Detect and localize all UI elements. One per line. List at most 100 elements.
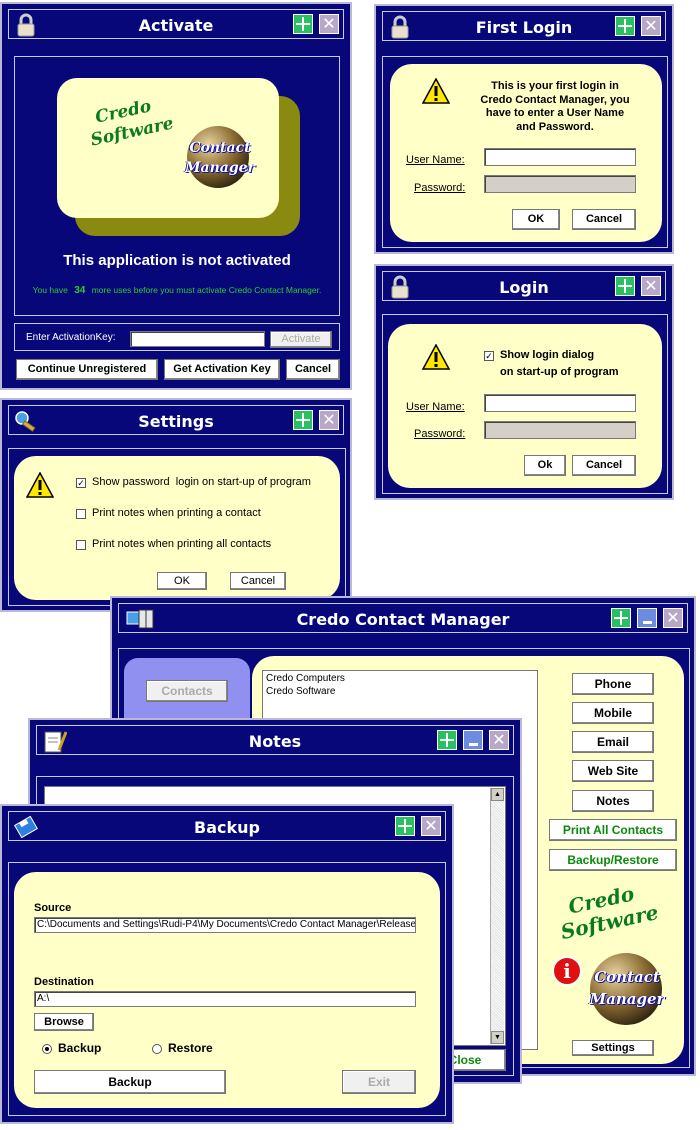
settings-title-bar[interactable]: Settings ✕ [8,405,344,435]
close-button[interactable]: ✕ [319,410,339,430]
activation-key-input[interactable] [130,331,265,347]
activation-key-label: Enter ActivationKey: [26,332,116,343]
contact-item[interactable]: Credo Software [266,686,335,697]
password-input[interactable] [484,175,636,193]
show-password-checkbox[interactable]: ✓ [76,478,86,488]
password-input[interactable] [484,421,636,439]
print-notes-contact-checkbox[interactable] [76,509,86,519]
notes-button[interactable]: Notes [572,790,654,812]
globe-line2: Manager [589,990,665,1008]
settings-window: Settings ✕ ✓ Show password login on star… [0,398,352,612]
first-login-title-bar[interactable]: First Login ✕ [382,11,666,41]
mobile-button[interactable]: Mobile [572,702,654,724]
print-notes-all-checkbox[interactable] [76,540,86,550]
globe-icon [187,126,249,188]
user-name-label: User Name: [406,154,465,166]
restore-mode-label: Restore [168,1041,213,1055]
backup-action-button[interactable]: Backup [34,1070,226,1094]
backup-title: Backup [194,818,260,837]
show-login-checkbox[interactable]: ✓ [484,351,494,361]
login-window: Login ✕ ✓ Show login dialog on start-up … [374,264,674,500]
maximize-button[interactable] [293,410,313,430]
first-login-ok-button[interactable]: OK [512,209,560,230]
activate-window: Activate ✕ Credo Software Contact Manage… [0,2,352,390]
maximize-button[interactable] [615,276,635,296]
backup-restore-button[interactable]: Backup/Restore [549,849,677,871]
manager-settings-button[interactable]: Settings [572,1040,654,1056]
info-icon: i [552,956,582,986]
warning-icon [26,472,54,498]
contacts-tab[interactable]: Contacts [146,680,228,702]
restore-mode-radio[interactable] [152,1044,162,1054]
phone-button[interactable]: Phone [572,673,654,695]
globe-line2: Manager [185,160,255,176]
settings-option-label: Show password login on start-up of progr… [92,476,311,488]
warning-icon [422,78,450,104]
maximize-button[interactable] [611,608,631,628]
settings-ok-button[interactable]: OK [157,572,207,590]
user-name-label: User Name: [406,401,465,413]
not-activated-text: This application is not activated [63,252,291,269]
first-login-message: This is your first login in Credo Contac… [480,80,630,133]
close-button[interactable]: ✕ [489,730,509,750]
web-site-button[interactable]: Web Site [572,760,654,782]
login-ok-button[interactable]: Ok [524,455,566,476]
close-button[interactable]: ✕ [421,816,441,836]
scroll-down-arrow-icon[interactable]: ▼ [491,1031,504,1044]
email-button[interactable]: Email [572,731,654,753]
source-label: Source [34,902,72,914]
globe-line1: Contact [594,968,660,986]
backup-window: Backup ✕ Source C:\Documents and Setting… [0,804,454,1124]
notes-scrollbar[interactable]: ▲ ▼ [490,788,504,1044]
backup-mode-radio[interactable] [42,1044,52,1054]
destination-label: Destination [34,976,94,988]
close-button[interactable]: ✕ [641,276,661,296]
get-activation-key-button[interactable]: Get Activation Key [164,359,280,380]
globe-icon [590,953,662,1025]
destination-input[interactable]: A:\ [34,991,416,1007]
contact-item[interactable]: Credo Computers [266,673,345,684]
uses-count: 34 [74,285,86,296]
minimize-button[interactable] [463,730,483,750]
close-button[interactable]: ✕ [641,16,661,36]
login-title-bar[interactable]: Login ✕ [382,271,666,301]
maximize-button[interactable] [293,14,313,34]
browse-button[interactable]: Browse [34,1013,94,1031]
settings-cancel-button[interactable]: Cancel [230,572,286,590]
settings-option-label: Print notes when printing a contact [92,507,261,519]
backup-exit-button[interactable]: Exit [342,1070,416,1094]
close-button[interactable]: ✕ [319,14,339,34]
scroll-up-arrow-icon[interactable]: ▲ [491,788,504,801]
backup-title-bar[interactable]: Backup ✕ [8,811,446,841]
password-label: Password: [414,428,466,440]
maximize-button[interactable] [395,816,415,836]
maximize-button[interactable] [615,16,635,36]
uses-remaining-text: You have 34 more uses before you must ac… [14,285,340,296]
continue-unregistered-button[interactable]: Continue Unregistered [16,359,158,380]
manager-title-bar[interactable]: Credo Contact Manager ✕ [118,603,688,633]
globe-line1: Contact [189,140,251,156]
login-cancel-button[interactable]: Cancel [572,455,636,476]
user-name-input[interactable] [484,394,636,412]
print-all-contacts-button[interactable]: Print All Contacts [549,819,677,841]
first-login-window: First Login ✕ This is your first login i… [374,4,674,254]
close-button[interactable]: ✕ [663,608,683,628]
source-input[interactable]: C:\Documents and Settings\Rudi-P4\My Doc… [34,917,416,933]
uses-suffix: more uses before you must activate Credo… [91,285,322,295]
user-name-input[interactable] [484,148,636,166]
warning-icon [422,344,450,370]
notes-title-bar[interactable]: Notes ✕ [36,725,514,755]
first-login-cancel-button[interactable]: Cancel [572,209,636,230]
maximize-button[interactable] [437,730,457,750]
activate-title-bar[interactable]: Activate ✕ [8,9,344,39]
activate-button[interactable]: Activate [270,331,332,348]
minimize-button[interactable] [637,608,657,628]
uses-prefix: You have [32,285,68,295]
show-login-label: Show login dialog [500,349,595,361]
backup-mode-label: Backup [58,1041,102,1055]
password-label: Password: [414,182,466,194]
settings-option-label: Print notes when printing all contacts [92,538,272,550]
show-login-label2: on start-up of program [500,366,619,378]
manager-title: Credo Contact Manager [296,610,510,629]
activate-cancel-button[interactable]: Cancel [286,359,340,380]
